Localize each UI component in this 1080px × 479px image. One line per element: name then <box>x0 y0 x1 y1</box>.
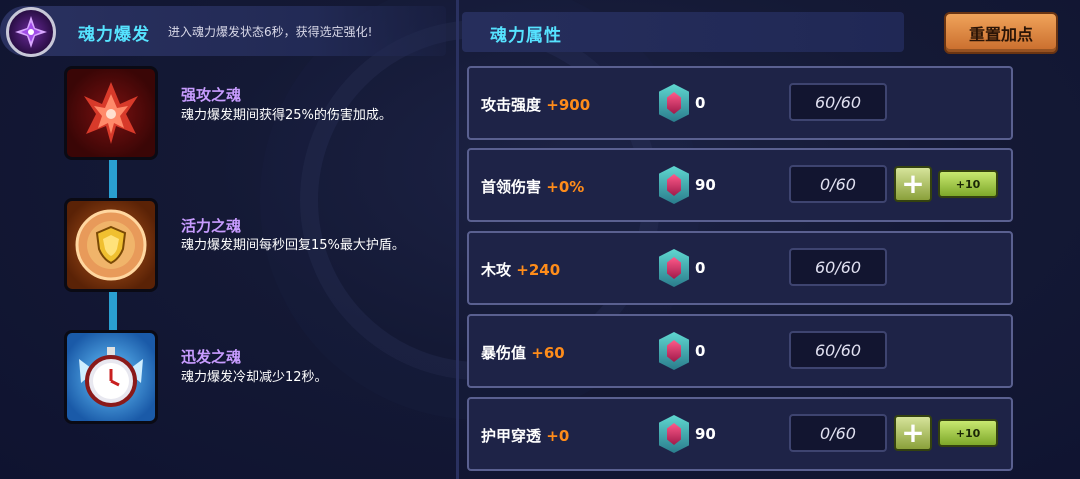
soul-connector <box>109 158 117 200</box>
soul-gem-icon <box>659 415 689 453</box>
level-progress: 0/60 <box>789 414 887 452</box>
soul-description: 魂力爆发冷却减少12秒。 <box>181 370 328 385</box>
burst-title: 魂力爆发 <box>78 25 150 45</box>
gem-count: 0 <box>695 342 706 360</box>
soul-gem-icon <box>659 332 689 370</box>
attribute-row: 首领伤害 +0% 90 0/60 + +10 <box>467 148 1013 222</box>
soul-description: 魂力爆发期间每秒回复15%最大护盾。 <box>181 238 405 253</box>
gem-count: 90 <box>695 176 716 194</box>
add-point-button[interactable]: + <box>894 415 932 451</box>
soul-connector <box>109 290 117 330</box>
gem-count: 0 <box>695 94 706 112</box>
gem-count: 0 <box>695 259 706 277</box>
attribute-bonus: +0% <box>546 178 585 196</box>
attribute-row: 暴伤值 +60 0 60/60 <box>467 314 1013 388</box>
soul-name: 迅发之魂 <box>181 348 242 366</box>
attribute-bonus: +60 <box>531 344 565 362</box>
soul-description: 魂力爆发期间获得25%的伤害加成。 <box>181 108 392 123</box>
soul-gem-icon <box>659 84 689 122</box>
soul-name: 强攻之魂 <box>181 86 242 104</box>
level-progress: 60/60 <box>789 83 887 121</box>
level-progress: 60/60 <box>789 331 887 369</box>
attribute-row: 护甲穿透 +0 90 0/60 + +10 <box>467 397 1013 471</box>
attribute-bonus: +240 <box>516 261 561 279</box>
add-point-button[interactable]: + <box>894 166 932 202</box>
soul-name: 活力之魂 <box>181 217 242 235</box>
panel-divider <box>456 0 459 479</box>
attribute-label: 木攻 +240 <box>481 261 561 279</box>
attribute-label: 护甲穿透 +0 <box>481 427 570 445</box>
red-attack-soul-icon[interactable] <box>64 66 158 160</box>
attribute-row: 木攻 +240 0 60/60 <box>467 231 1013 305</box>
gem-count: 90 <box>695 425 716 443</box>
soul-gem-icon <box>659 249 689 287</box>
attribute-label: 攻击强度 +900 <box>481 96 591 114</box>
attribute-label: 暴伤值 +60 <box>481 344 565 362</box>
add-ten-points-button[interactable]: +10 <box>938 419 998 447</box>
shield-vitality-soul-icon[interactable] <box>64 198 158 292</box>
level-progress: 0/60 <box>789 165 887 203</box>
attributes-title: 魂力属性 <box>490 26 562 46</box>
attribute-bonus: +900 <box>546 96 591 114</box>
attribute-row: 攻击强度 +900 0 60/60 <box>467 66 1013 140</box>
stopwatch-speed-soul-icon[interactable] <box>64 330 158 424</box>
purple-crystal-icon <box>6 7 56 57</box>
add-ten-points-button[interactable]: +10 <box>938 170 998 198</box>
burst-description: 进入魂力爆发状态6秒，获得选定强化! <box>168 25 373 39</box>
attribute-bonus: +0 <box>546 427 570 445</box>
soul-gem-icon <box>659 166 689 204</box>
reset-points-button[interactable]: 重置加点 <box>944 12 1058 54</box>
level-progress: 60/60 <box>789 248 887 286</box>
attribute-label: 首领伤害 +0% <box>481 178 585 196</box>
